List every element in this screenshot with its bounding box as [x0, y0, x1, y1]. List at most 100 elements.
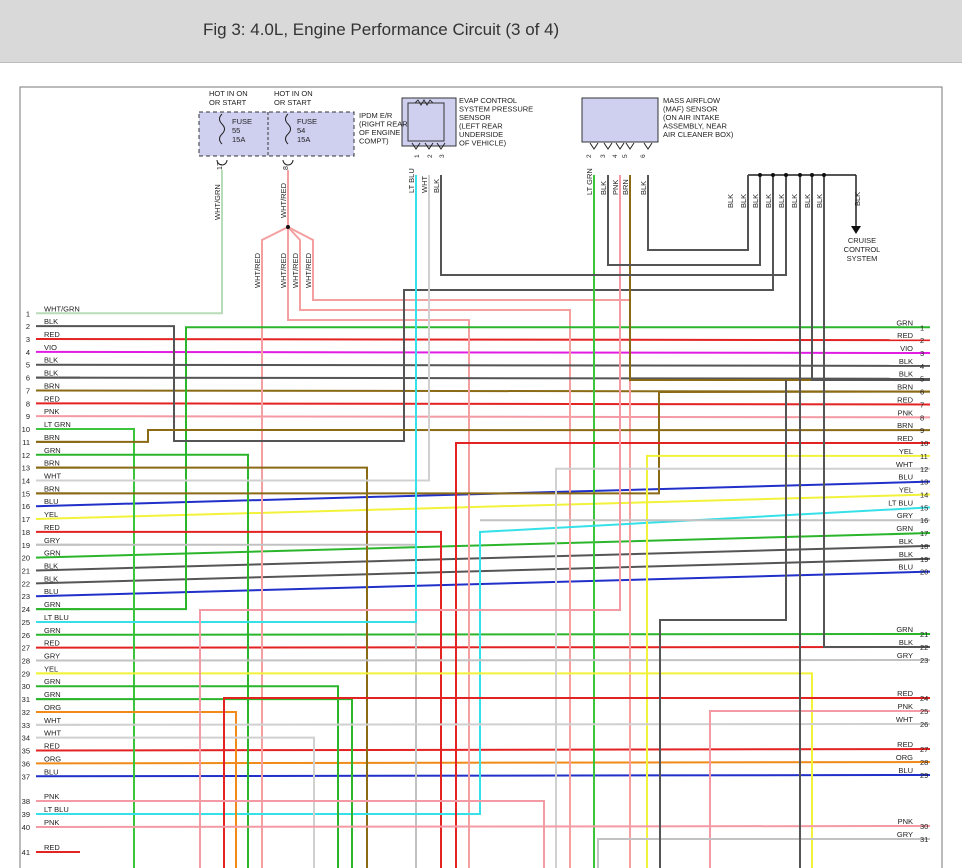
left-wire-label: ORG [44, 754, 61, 763]
left-wire-label: BLK [44, 317, 58, 326]
left-wire-label: RED [44, 330, 60, 339]
wire-label: BLK [777, 194, 786, 208]
left-wire-label: GRY [44, 652, 60, 661]
left-pin-number: 24 [22, 605, 30, 614]
right-pin-number: 25 [920, 707, 928, 716]
right-wire-label: BLU [898, 473, 913, 482]
right-pin-number: 10 [920, 439, 928, 448]
junction-dot [771, 173, 775, 177]
pin-number: 2 [427, 154, 434, 158]
right-pin-number: 12 [920, 465, 928, 474]
wire-red [455, 442, 930, 868]
right-pin-number: 18 [920, 542, 928, 551]
pin-number: 5 [622, 154, 629, 158]
wire-label: BLK [726, 194, 735, 208]
right-wire-label: GRN [896, 318, 913, 327]
left-pin-number: 14 [22, 476, 30, 485]
left-wire-label: BRN [44, 381, 60, 390]
right-pin-number: 31 [920, 835, 928, 844]
wire-grn [35, 633, 931, 636]
wire-blk [659, 380, 787, 868]
left-pin-number: 28 [22, 657, 30, 666]
left-pin-number: 8 [26, 399, 30, 408]
left-pin-number: 25 [22, 618, 30, 627]
wire-yel [646, 454, 930, 868]
right-pin-number: 6 [920, 388, 924, 397]
right-pin-number: 23 [920, 656, 928, 665]
junction-dot [810, 173, 814, 177]
connector-icon [589, 142, 599, 150]
right-wire-label: GRY [897, 511, 913, 520]
arrow-icon [851, 226, 861, 234]
wire-brn [36, 428, 931, 443]
wiring-diagram: HOT IN ON OR STARTHOT IN ON OR STARTFUSE 55… [19, 86, 943, 868]
left-pin-number: 39 [22, 810, 30, 819]
left-wire-label: BLK [44, 369, 58, 378]
right-wire-label: BRN [897, 421, 913, 430]
wire-blk [647, 175, 749, 251]
wire-label: BLK [803, 194, 812, 208]
left-wire-label: RED [44, 639, 60, 648]
right-wire-label: GRY [897, 651, 913, 660]
right-pin-number: 26 [920, 720, 928, 729]
right-wire-label: BLK [899, 550, 913, 559]
right-pin-number: 24 [920, 694, 928, 703]
left-pin-number: 30 [22, 682, 30, 691]
right-wire-label: BRN [897, 383, 913, 392]
left-wire-label: GRN [44, 446, 61, 455]
right-wire-label: BLK [899, 537, 913, 546]
right-wire-label: VIO [900, 344, 913, 353]
right-pin-number: 16 [920, 516, 928, 525]
pin-number: 8 [283, 166, 290, 170]
maf-label: MASS AIRFLOW (MAF) SENSOR (ON AIR INTAKE AS… [663, 96, 734, 139]
left-pin-number: 20 [22, 554, 30, 563]
right-wire-label: WHT [896, 460, 913, 469]
right-wire-label: RED [897, 395, 913, 404]
right-wire-label: WHT [896, 715, 913, 724]
left-pin-number: 33 [22, 721, 30, 730]
right-wire-label: BLK [899, 370, 913, 379]
left-pin-number: 1 [26, 309, 30, 318]
right-pin-number: 4 [920, 362, 924, 371]
pin-number: 6 [640, 154, 647, 158]
left-pin-number: 37 [22, 772, 30, 781]
right-pin-number: 20 [920, 568, 928, 577]
left-wire-label: RED [44, 742, 60, 751]
wire-blk [35, 376, 931, 380]
right-pin-number: 29 [920, 771, 928, 780]
left-pin-number: 6 [26, 374, 30, 383]
right-pin-number: 21 [920, 630, 928, 639]
wire-blu [35, 774, 931, 778]
wire-blu [35, 570, 931, 598]
left-pin-number: 13 [22, 464, 30, 473]
left-pin-number: 7 [26, 386, 30, 395]
left-wire-label: BLU [44, 587, 59, 596]
wire-blk [35, 557, 931, 585]
left-pin-number: 16 [22, 502, 30, 511]
left-wire-label: LT BLU [44, 805, 69, 814]
left-pin-number: 27 [22, 644, 30, 653]
left-wire-label: BLU [44, 497, 59, 506]
wire-wht-red [287, 226, 631, 868]
right-pin-number: 17 [920, 529, 928, 538]
left-wire-label: YEL [44, 664, 58, 673]
fuse-hot-label: HOT IN ON OR START [209, 89, 248, 107]
wire-gry [35, 659, 931, 662]
wire-label: BRN [621, 179, 630, 195]
right-pin-number: 14 [920, 490, 928, 499]
wire-org [36, 710, 237, 868]
right-wire-label: ORG [896, 753, 913, 762]
right-pin-number: 8 [920, 413, 924, 422]
left-wire-label: BRN [44, 433, 60, 442]
right-wire-label: YEL [899, 485, 913, 494]
right-wire-label: GRY [897, 830, 913, 839]
right-pin-number: 1 [920, 323, 924, 332]
wire-label: WHT/RED [279, 252, 288, 288]
right-pin-number: 5 [920, 375, 924, 384]
wire-pnk [36, 800, 545, 868]
left-pin-number: 38 [22, 797, 30, 806]
right-pin-number: 28 [920, 758, 928, 767]
left-pin-number: 23 [22, 592, 30, 601]
maf-sensor-box [581, 97, 659, 143]
pin-number: 2 [586, 154, 593, 158]
